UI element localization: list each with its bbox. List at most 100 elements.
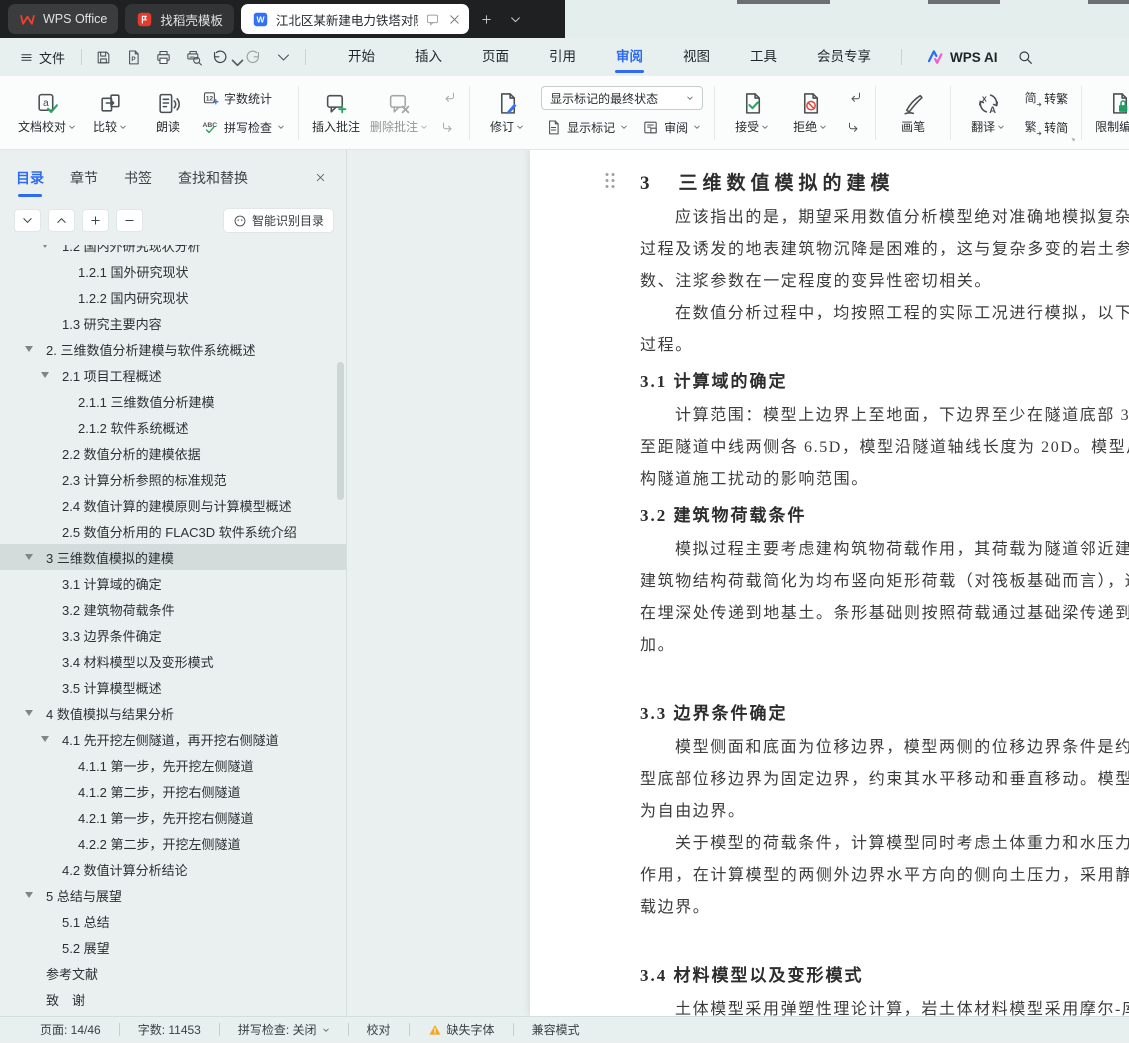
group-expand-icon[interactable] (1069, 135, 1078, 144)
toc-expand-arrow[interactable] (25, 554, 33, 560)
toc-item[interactable]: 5 总结与展望 (0, 882, 346, 908)
sidebar-close-button[interactable] (310, 168, 330, 188)
menu-tab-tools[interactable]: 工具 (730, 38, 797, 76)
sidebar-tab-bookmarks[interactable]: 书签 (124, 168, 152, 188)
tab-list-chevron-icon[interactable] (505, 8, 527, 30)
toc-item[interactable]: 3.1 计算域的确定 (0, 570, 346, 596)
toc-item[interactable]: 1.2.1 国外研究现状 (0, 258, 346, 284)
toc-item[interactable]: 2.2 数值分析的建模依据 (0, 440, 346, 466)
sidebar-tab-toc[interactable]: 目录 (16, 168, 44, 197)
toc-expand-arrow[interactable] (25, 892, 33, 898)
accept-button[interactable]: 接受 (724, 82, 780, 144)
toc-item[interactable]: 4 数值模拟与结果分析 (0, 700, 346, 726)
menu-tab-reference[interactable]: 引用 (529, 38, 596, 76)
document-page[interactable]: 3 三维数值模拟的建模应该指出的是，期望采用数值分析模型绝对准确地模拟复杂的盾构… (530, 150, 1129, 1016)
new-tab-button[interactable] (476, 8, 498, 30)
menu-tab-insert[interactable]: 插入 (395, 38, 462, 76)
toc-item[interactable]: 2.1 项目工程概述 (0, 362, 346, 388)
toc-item[interactable]: 5.1 总结 (0, 908, 346, 934)
toc-item[interactable]: 2.1.1 三维数值分析建模 (0, 388, 346, 414)
toc-item[interactable]: 致 谢 (0, 986, 346, 1012)
delete-comment-button[interactable]: 删除批注 (366, 82, 432, 144)
toc-item[interactable]: 2.5 数值分析用的 FLAC3D 软件系统介绍 (0, 518, 346, 544)
export-pdf-button[interactable]: P (120, 44, 147, 70)
sidebar-tab-chapters[interactable]: 章节 (70, 168, 98, 188)
toc-item[interactable]: 2. 三维数值分析建模与软件系统概述 (0, 336, 346, 362)
menu-tab-review[interactable]: 审阅 (596, 38, 663, 76)
tab-close-icon[interactable] (447, 12, 462, 27)
toc-item[interactable]: 1.3 研究主要内容 (0, 310, 346, 336)
menu-tab-view[interactable]: 视图 (663, 38, 730, 76)
ink-pen-button[interactable]: 画笔 (885, 82, 941, 144)
toc-item[interactable]: 4.2 数值计算分析结论 (0, 856, 346, 882)
read-aloud-button[interactable]: 朗读 (140, 82, 196, 144)
compare-button[interactable]: 比较 (82, 82, 138, 144)
menu-tab-page[interactable]: 页面 (462, 38, 529, 76)
word-count-button[interactable]: 12 字数统计 (198, 86, 289, 110)
sidebar-scrollbar[interactable] (337, 362, 344, 500)
next-change-button[interactable] (842, 116, 866, 140)
toc-expand-arrow[interactable] (41, 245, 49, 248)
menu-tab-membership[interactable]: 会员专享 (797, 38, 891, 76)
tab-document[interactable]: W 江北区某新建电力铁塔对隧道 (240, 4, 469, 34)
print-preview-button[interactable] (180, 44, 207, 70)
restrict-editing-button[interactable]: 限制编辑 (1091, 82, 1129, 144)
insert-comment-button[interactable]: 插入批注 (308, 82, 364, 144)
sidebar-tab-find-replace[interactable]: 查找和替换 (178, 168, 248, 188)
toc-item[interactable]: 4.1.1 第一步，先开挖左侧隧道 (0, 752, 346, 778)
markup-state-select[interactable]: 显示标记的最终状态 (541, 86, 704, 110)
toc-item[interactable]: 1.2 国内外研究现状分析 (0, 245, 346, 258)
file-menu-button[interactable]: 文件 (12, 43, 73, 71)
previous-change-button[interactable] (842, 86, 866, 110)
toc-item[interactable]: 4.1 先开挖左侧隧道，再开挖右侧隧道 (0, 726, 346, 752)
more-commands-button[interactable] (270, 44, 297, 70)
status-page-indicator[interactable]: 页面: 14/46 (40, 1017, 119, 1043)
tab-docer-templates[interactable]: 找稻壳模板 (125, 4, 234, 34)
wps-ai-button[interactable]: WPS AI (926, 48, 998, 66)
tab-comment-icon[interactable] (425, 12, 440, 27)
toc-expand-arrow[interactable] (41, 372, 49, 378)
status-missing-fonts[interactable]: 缺失字体 (410, 1017, 513, 1043)
toc-item[interactable]: 5.2 展望 (0, 934, 346, 960)
undo-button[interactable] (210, 44, 244, 70)
toc-item[interactable]: 参考文献 (0, 960, 346, 986)
print-button[interactable] (150, 44, 177, 70)
toc-expand-arrow[interactable] (25, 346, 33, 352)
translate-button[interactable]: x A 翻译 (960, 82, 1016, 144)
next-comment-button[interactable] (436, 116, 460, 140)
toc-item[interactable]: 4.2.1 第一步，先开挖右侧隧道 (0, 804, 346, 830)
redo-button[interactable] (240, 44, 267, 70)
save-button[interactable] (90, 44, 117, 70)
toc-item[interactable]: 3.3 边界条件确定 (0, 622, 346, 648)
reject-button[interactable]: 拒绝 (782, 82, 838, 144)
toc-expand-arrow[interactable] (41, 736, 49, 742)
previous-comment-button[interactable] (436, 86, 460, 110)
toc-item[interactable]: 2.1.2 软件系统概述 (0, 414, 346, 440)
toc-expand-arrow[interactable] (25, 710, 33, 716)
smart-toc-button[interactable]: 智能识别目录 (222, 208, 334, 233)
toc-item[interactable]: 2.4 数值计算的建模原则与计算模型概述 (0, 492, 346, 518)
tab-wps-home[interactable]: WPS Office (8, 4, 119, 34)
status-compat-mode[interactable]: 兼容模式 (514, 1017, 598, 1043)
toc-item[interactable]: 3 三维数值模拟的建模 (0, 544, 346, 570)
review-pane-button[interactable]: 审阅 (638, 115, 705, 139)
toc-item[interactable]: 4.1.2 第二步，开挖右侧隧道 (0, 778, 346, 804)
to-traditional-button[interactable]: 简转繁 (1018, 86, 1072, 110)
toc-collapse-up-button[interactable] (48, 209, 75, 232)
status-proofread[interactable]: 校对 (349, 1017, 409, 1043)
status-spell-check[interactable]: 拼写检查: 关闭 (220, 1017, 348, 1043)
to-simplified-button[interactable]: 繁转简 (1018, 115, 1072, 139)
toc-item[interactable]: 4.2.2 第二步，开挖左侧隧道 (0, 830, 346, 856)
menu-tab-start[interactable]: 开始 (328, 38, 395, 76)
toc-item[interactable]: 3.4 材料模型以及变形模式 (0, 648, 346, 674)
doc-proofread-button[interactable]: a 文档校对 (14, 82, 80, 144)
spell-check-button[interactable]: ABC 拼写检查 (198, 115, 289, 139)
status-word-count[interactable]: 字数: 11453 (120, 1017, 219, 1043)
toc-expand-down-button[interactable] (14, 209, 41, 232)
toc-item[interactable]: 3.5 计算模型概述 (0, 674, 346, 700)
toc-item[interactable]: 1.2.2 国内研究现状 (0, 284, 346, 310)
toc-expand-all-button[interactable] (82, 209, 109, 232)
show-markup-button[interactable]: 显示标记 (541, 115, 632, 139)
search-button[interactable] (1012, 44, 1038, 70)
paragraph-drag-handle[interactable] (604, 172, 616, 189)
